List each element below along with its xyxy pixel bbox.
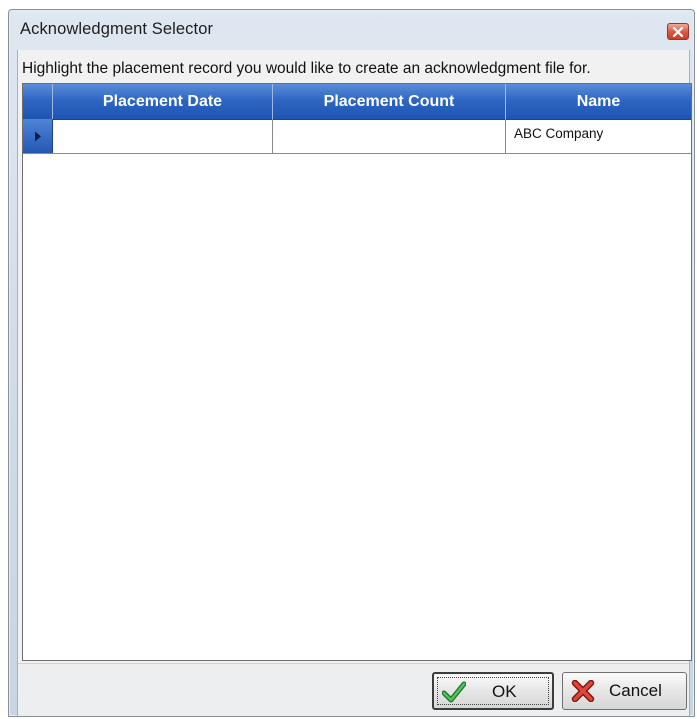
grid-header: Placement Date Placement Count Name (23, 84, 691, 120)
dialog-body: Highlight the placement record you would… (17, 50, 692, 716)
cell-name[interactable]: ABC Company (506, 119, 691, 153)
acknowledgment-selector-window: Acknowledgment Selector Highlight the pl… (8, 9, 695, 717)
column-header-placement-count[interactable]: Placement Count (273, 84, 506, 119)
row-selector-header (23, 84, 53, 119)
column-header-name[interactable]: Name (506, 84, 691, 119)
cancel-button-label: Cancel (609, 681, 662, 700)
button-bar: OK Cancel (18, 663, 689, 716)
cancel-button[interactable]: Cancel (562, 672, 687, 710)
cell-placement-count[interactable] (273, 119, 506, 153)
checkmark-icon (442, 681, 466, 703)
ok-button[interactable]: OK (432, 672, 554, 710)
instruction-text: Highlight the placement record you would… (22, 60, 591, 77)
ok-button-label: OK (492, 682, 517, 701)
close-icon (672, 26, 684, 37)
close-button[interactable] (667, 23, 689, 40)
column-header-placement-date[interactable]: Placement Date (53, 84, 273, 119)
window-title: Acknowledgment Selector (20, 20, 214, 38)
row-selector[interactable] (23, 119, 53, 153)
table-row[interactable]: ABC Company (23, 119, 691, 154)
title-bar[interactable]: Acknowledgment Selector (9, 10, 694, 50)
cancel-x-icon (571, 680, 595, 702)
cell-placement-date[interactable] (53, 119, 273, 153)
placement-grid[interactable]: Placement Date Placement Count Name ABC … (22, 83, 692, 661)
row-pointer-icon (34, 131, 41, 141)
